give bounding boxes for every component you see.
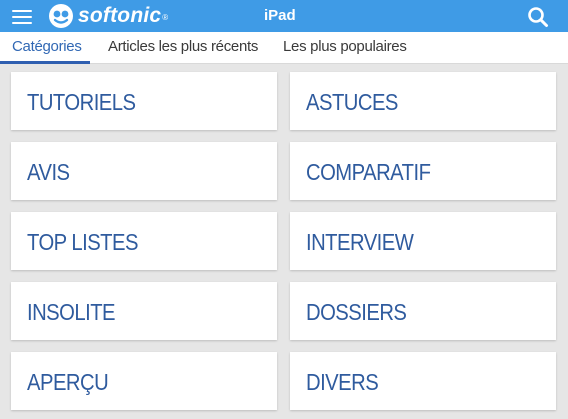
- registered-mark: ®: [162, 12, 169, 22]
- tab-label: Articles les plus récents: [108, 38, 259, 55]
- category-card-interview[interactable]: INTERVIEW: [290, 212, 556, 270]
- category-card-comparatif[interactable]: COMPARATIF: [290, 142, 556, 200]
- category-label: DOSSIERS: [306, 299, 407, 325]
- category-label: ASTUCES: [306, 89, 398, 115]
- category-label: TOP LISTES: [27, 229, 138, 255]
- category-label: COMPARATIF: [306, 159, 431, 185]
- tab-bar: Catégories Articles les plus récents Les…: [0, 32, 568, 64]
- category-card-avis[interactable]: AVIS: [11, 142, 277, 200]
- category-label: TUTORIELS: [27, 89, 136, 115]
- hamburger-menu-icon[interactable]: [12, 10, 32, 24]
- category-label: INTERVIEW: [306, 229, 414, 255]
- tab-label: Catégories: [12, 38, 82, 55]
- category-card-tutoriels[interactable]: TUTORIELS: [11, 72, 277, 130]
- category-card-divers[interactable]: DIVERS: [290, 352, 556, 410]
- softonic-logo[interactable]: softonic ®: [48, 1, 168, 31]
- logo-wordmark: softonic: [78, 4, 162, 27]
- tab-most-popular[interactable]: Les plus populaires: [283, 32, 407, 64]
- category-label: INSOLITE: [27, 299, 116, 325]
- category-card-astuces[interactable]: ASTUCES: [290, 72, 556, 130]
- softonic-logo-mark-icon: [49, 4, 73, 28]
- search-icon[interactable]: [527, 6, 549, 28]
- top-app-bar: softonic ® iPad: [0, 0, 568, 32]
- category-card-apercu[interactable]: APERÇU: [11, 352, 277, 410]
- category-label: DIVERS: [306, 369, 379, 395]
- category-card-dossiers[interactable]: DOSSIERS: [290, 282, 556, 340]
- category-label: AVIS: [27, 159, 70, 185]
- category-card-insolite[interactable]: INSOLITE: [11, 282, 277, 340]
- category-card-top-listes[interactable]: TOP LISTES: [11, 212, 277, 270]
- category-grid: TUTORIELS ASTUCES AVIS COMPARATIF TOP LI…: [0, 64, 568, 419]
- tab-label: Les plus populaires: [283, 38, 407, 55]
- tab-recent-articles[interactable]: Articles les plus récents: [108, 32, 258, 64]
- category-label: APERÇU: [27, 369, 109, 395]
- page-title: iPad: [264, 7, 296, 24]
- tab-categories[interactable]: Catégories: [12, 32, 82, 64]
